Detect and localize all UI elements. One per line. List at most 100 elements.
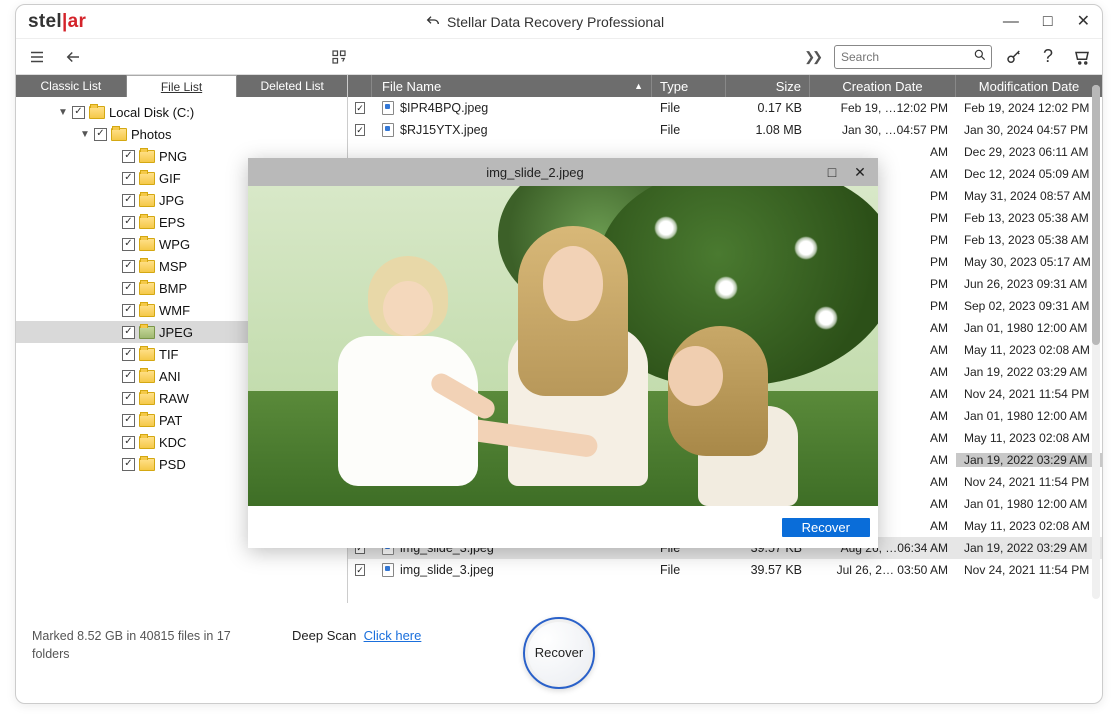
- tree-checkbox[interactable]: ✓: [122, 436, 135, 449]
- tree-label: WPG: [159, 237, 190, 252]
- header-created[interactable]: Creation Date: [810, 75, 956, 97]
- tree-checkbox[interactable]: ✓: [122, 260, 135, 273]
- preview-image: [248, 186, 878, 506]
- tree-checkbox[interactable]: ✓: [122, 414, 135, 427]
- folder-icon: [111, 128, 127, 141]
- header-type[interactable]: Type: [652, 75, 726, 97]
- row-checkbox[interactable]: ✓: [355, 102, 365, 114]
- header-size[interactable]: Size: [726, 75, 810, 97]
- modified-date: May 11, 2023 02:08 AM: [956, 343, 1102, 357]
- folder-icon: [139, 260, 155, 273]
- key-icon[interactable]: [1002, 45, 1026, 69]
- tree-checkbox[interactable]: ✓: [122, 150, 135, 163]
- logo-text-left: stel: [28, 11, 62, 32]
- header-checkbox[interactable]: [348, 75, 372, 97]
- tree-label: BMP: [159, 281, 187, 296]
- close-button[interactable]: ✕: [1077, 14, 1090, 30]
- folder-icon: [139, 238, 155, 251]
- view-grid-button[interactable]: [326, 44, 352, 70]
- tree-checkbox[interactable]: ✓: [122, 172, 135, 185]
- file-header: File Name▲ Type Size Creation Date Modif…: [348, 75, 1102, 97]
- search-box[interactable]: [834, 45, 992, 69]
- cart-icon[interactable]: [1070, 45, 1094, 69]
- tree-checkbox[interactable]: ✓: [122, 348, 135, 361]
- modified-date: May 31, 2024 08:57 AM: [956, 189, 1102, 203]
- marked-status: Marked 8.52 GB in 40815 files in 17 fold…: [32, 618, 252, 663]
- titlebar: stel|ar Stellar Data Recovery Profession…: [16, 5, 1102, 39]
- scrollbar-thumb[interactable]: [1092, 85, 1100, 345]
- tree-checkbox[interactable]: ✓: [122, 304, 135, 317]
- tree-checkbox[interactable]: ✓: [122, 392, 135, 405]
- deepscan-label: Deep Scan: [292, 628, 356, 643]
- maximize-button[interactable]: □: [1043, 14, 1053, 30]
- back-button[interactable]: [60, 44, 86, 70]
- help-icon[interactable]: ?: [1036, 45, 1060, 69]
- folder-icon: [139, 304, 155, 317]
- app-logo: stel|ar: [28, 11, 86, 33]
- preview-titlebar[interactable]: img_slide_2.jpeg □ ✕: [248, 158, 878, 186]
- header-filename[interactable]: File Name▲: [372, 75, 652, 97]
- recover-button[interactable]: Recover: [523, 617, 595, 689]
- expand-arrow-icon[interactable]: ▼: [80, 129, 90, 140]
- file-icon: [382, 123, 394, 137]
- folder-icon: [139, 348, 155, 361]
- header-modified[interactable]: Modification Date: [956, 75, 1102, 97]
- deepscan-link[interactable]: Click here: [364, 628, 422, 643]
- folder-icon: [139, 392, 155, 405]
- tree-checkbox[interactable]: ✓: [122, 216, 135, 229]
- folder-icon: [139, 194, 155, 207]
- table-row[interactable]: ✓$RJ15YTX.jpegFile1.08 MBJan 30, …04:57 …: [348, 119, 1102, 141]
- created-date: AM: [810, 145, 956, 159]
- tree-label: ANI: [159, 369, 181, 384]
- table-row[interactable]: ✓$IPR4BPQ.jpegFile0.17 KBFeb 19, …12:02 …: [348, 97, 1102, 119]
- tree-checkbox[interactable]: ✓: [72, 106, 85, 119]
- menu-button[interactable]: [24, 44, 50, 70]
- tree-label: KDC: [159, 435, 186, 450]
- tree-label: JPEG: [159, 325, 193, 340]
- file-size: 1.08 MB: [726, 123, 810, 137]
- search-icon[interactable]: [973, 48, 987, 65]
- file-size: 39.57 KB: [726, 563, 810, 577]
- tree-label: MSP: [159, 259, 187, 274]
- vertical-scrollbar[interactable]: [1092, 85, 1100, 599]
- minimize-button[interactable]: —: [1003, 14, 1019, 30]
- tab-deleted-list[interactable]: Deleted List: [237, 75, 347, 97]
- row-checkbox[interactable]: ✓: [355, 564, 365, 576]
- preview-footer: Recover: [248, 506, 878, 548]
- modified-date: May 11, 2023 02:08 AM: [956, 431, 1102, 445]
- preview-title: img_slide_2.jpeg: [252, 165, 818, 180]
- image-preview-window: img_slide_2.jpeg □ ✕ Recover: [248, 158, 878, 548]
- modified-date: Feb 13, 2023 05:38 AM: [956, 233, 1102, 247]
- tree-label: GIF: [159, 171, 181, 186]
- tree-label: RAW: [159, 391, 189, 406]
- modified-date: Dec 29, 2023 06:11 AM: [956, 145, 1102, 159]
- tree-checkbox[interactable]: ✓: [122, 282, 135, 295]
- folder-icon: [139, 414, 155, 427]
- preview-recover-button[interactable]: Recover: [782, 518, 870, 537]
- tree-checkbox[interactable]: ✓: [122, 458, 135, 471]
- tree-checkbox[interactable]: ✓: [122, 370, 135, 383]
- tree-checkbox[interactable]: ✓: [122, 238, 135, 251]
- tree-checkbox[interactable]: ✓: [94, 128, 107, 141]
- tree-node-photos[interactable]: ▼✓Photos: [16, 123, 347, 145]
- tree-checkbox[interactable]: ✓: [122, 326, 135, 339]
- preview-maximize-button[interactable]: □: [818, 164, 846, 180]
- folder-icon: [139, 150, 155, 163]
- tab-file-list[interactable]: File List: [127, 75, 238, 97]
- tree-label: EPS: [159, 215, 185, 230]
- search-input[interactable]: [841, 50, 973, 64]
- window-title: Stellar Data Recovery Professional: [86, 14, 1003, 30]
- modified-date: Jan 19, 2022 03:29 AM: [956, 541, 1102, 555]
- folder-icon: [139, 326, 155, 339]
- tab-classic-list[interactable]: Classic List: [16, 75, 127, 97]
- logo-text-right: ar: [68, 11, 87, 32]
- folder-icon: [139, 436, 155, 449]
- expand-arrow-icon[interactable]: ▼: [58, 107, 68, 118]
- expand-chevron-icon[interactable]: ❯❯: [804, 49, 820, 65]
- table-row[interactable]: ✓img_slide_3.jpegFile39.57 KBJul 26, 2… …: [348, 559, 1102, 581]
- modified-date: Jan 19, 2022 03:29 AM: [956, 365, 1102, 379]
- row-checkbox[interactable]: ✓: [355, 124, 365, 136]
- preview-close-button[interactable]: ✕: [846, 164, 874, 181]
- tree-checkbox[interactable]: ✓: [122, 194, 135, 207]
- tree-node-local-disk-c-[interactable]: ▼✓Local Disk (C:): [16, 101, 347, 123]
